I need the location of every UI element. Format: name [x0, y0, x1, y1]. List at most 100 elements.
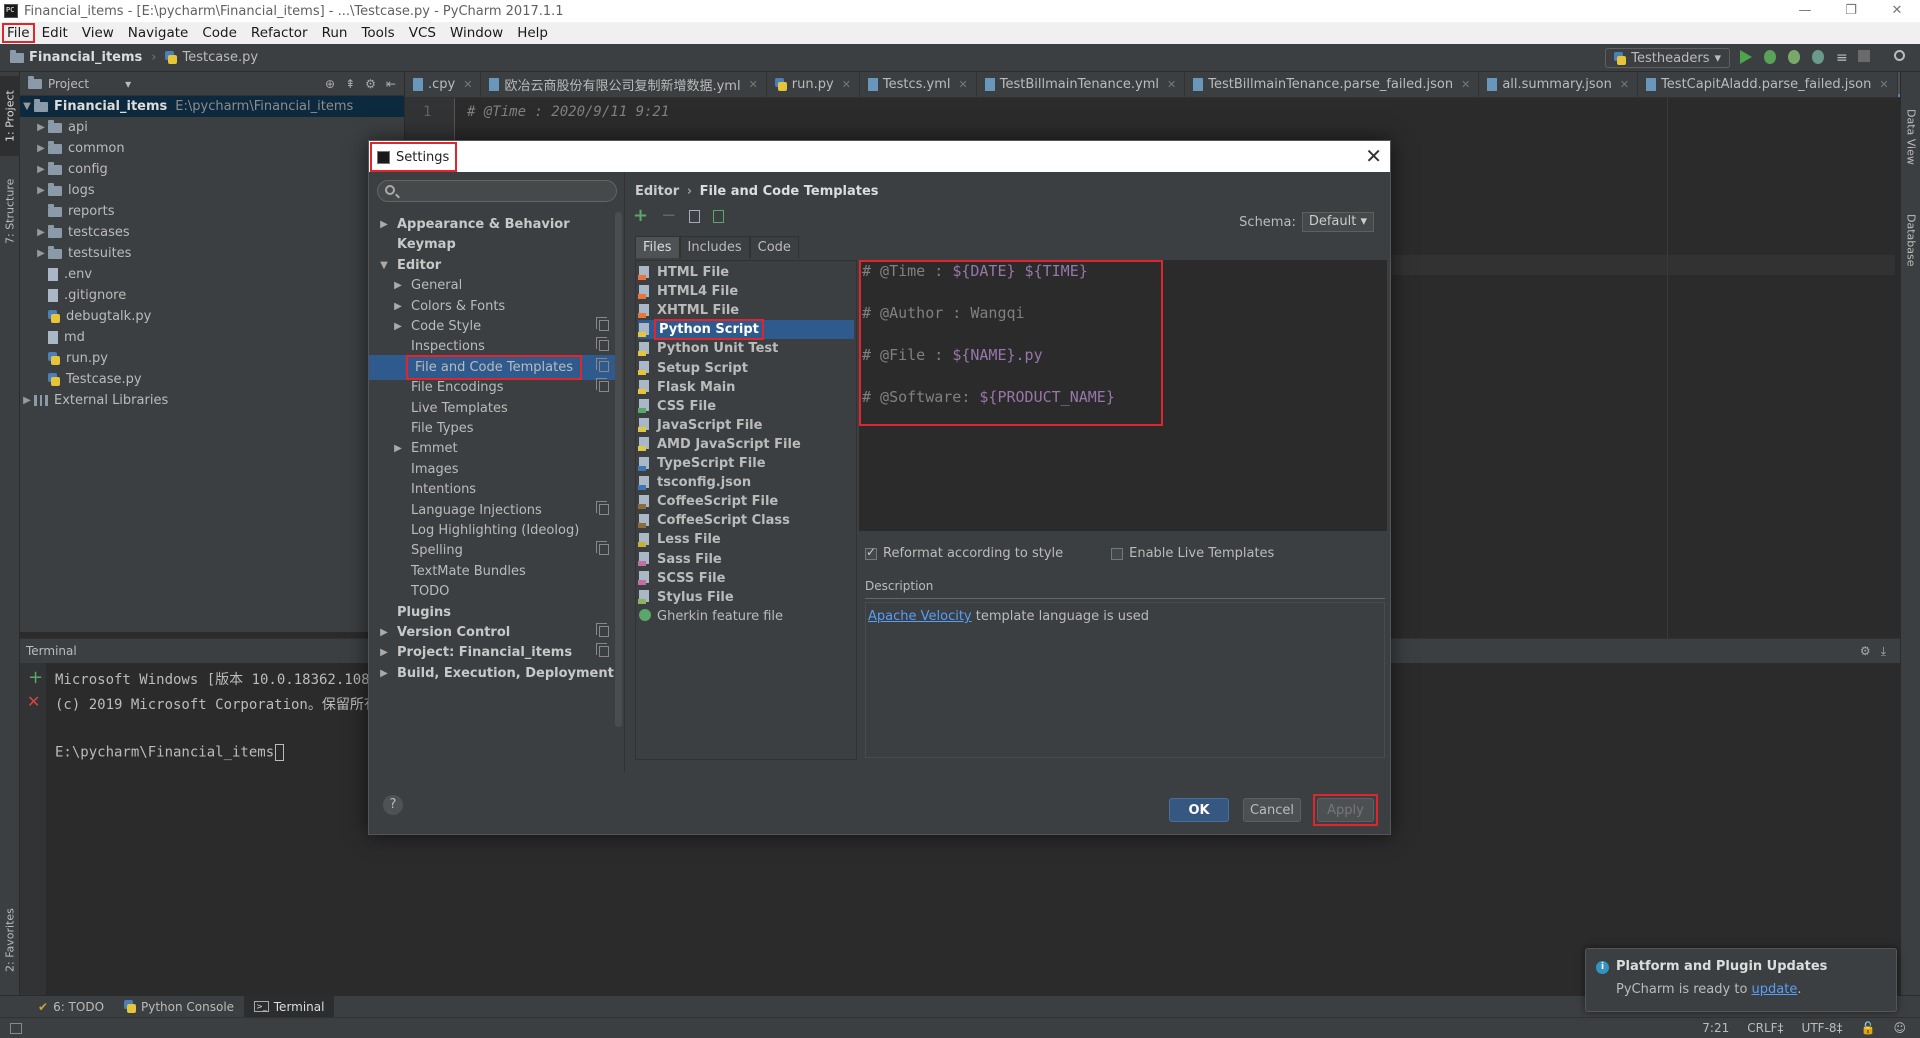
chevron-right-icon[interactable]: ▶	[377, 627, 391, 638]
editor-tab[interactable]: Testcs.yml ✕	[860, 72, 977, 97]
cancel-button[interactable]: Cancel	[1243, 798, 1301, 822]
menu-tools[interactable]: Tools	[354, 23, 401, 43]
template-line[interactable]: # @Author : Wangqi	[862, 304, 1025, 322]
tool-tab-todo[interactable]: ✔ 6: TODO	[28, 996, 114, 1018]
template-item[interactable]: Flask Main	[638, 378, 854, 397]
chevron-right-icon[interactable]: ▶	[34, 164, 48, 175]
tree-item[interactable]: .env	[20, 264, 404, 285]
chevron-right-icon[interactable]: ▶	[391, 321, 405, 332]
template-item[interactable]: SCSS File	[638, 569, 854, 588]
tree-item[interactable]: ▶ config	[20, 159, 404, 180]
settings-tree-scrollbar[interactable]	[615, 212, 622, 727]
stop-button[interactable]	[1858, 50, 1874, 66]
nav-project[interactable]: Financial_items	[29, 50, 142, 65]
template-item[interactable]: tsconfig.json	[638, 473, 854, 492]
close-icon[interactable]: ✕	[1365, 144, 1382, 168]
tree-item[interactable]: reports	[20, 201, 404, 222]
code-line[interactable]: # @Time : 2020/9/11 9:21	[467, 104, 669, 120]
template-line[interactable]: # @File : ${NAME}.py	[862, 346, 1043, 364]
menu-vcs[interactable]: VCS	[402, 23, 443, 43]
chevron-right-icon[interactable]: ▶	[377, 647, 391, 658]
template-item[interactable]: Stylus File	[638, 588, 854, 607]
template-item[interactable]: Python Script	[638, 319, 854, 341]
tree-item[interactable]: debugtalk.py	[20, 306, 404, 327]
template-item[interactable]: Setup Script	[638, 359, 854, 378]
close-window-button[interactable]: ✕	[1874, 0, 1920, 22]
chevron-right-icon[interactable]: ▶	[34, 122, 48, 133]
project-view-select[interactable]: Project	[48, 77, 89, 91]
reset-template-icon[interactable]	[713, 209, 725, 223]
add-template-icon[interactable]: +	[633, 207, 648, 225]
menu-file[interactable]: File	[2, 23, 35, 43]
new-session-icon[interactable]: +	[28, 669, 43, 687]
editor-tab[interactable]: all.summary.json ✕	[1479, 72, 1639, 97]
run-coverage-button[interactable]	[1788, 50, 1804, 66]
chevron-down-icon[interactable]: ▾	[125, 77, 131, 91]
tab-files[interactable]: Files	[635, 236, 680, 258]
terminal-prompt-line[interactable]: E:\pycharm\Financial_items	[55, 744, 285, 761]
maximize-button[interactable]: ❐	[1828, 0, 1874, 22]
template-line[interactable]: # @Time : ${DATE} ${TIME}	[862, 262, 1088, 280]
tree-item[interactable]: ▶ common	[20, 138, 404, 159]
editor-tab[interactable]: .cpy ✕	[405, 72, 482, 97]
hide-icon[interactable]: ⤓	[1881, 644, 1886, 659]
menu-view[interactable]: View	[75, 23, 121, 43]
locate-icon[interactable]: ⊕	[325, 77, 335, 91]
chevron-right-icon[interactable]: ▶	[391, 443, 405, 454]
template-item[interactable]: Gherkin feature file	[638, 607, 854, 626]
menu-refactor[interactable]: Refactor	[244, 23, 315, 43]
tree-item[interactable]: md	[20, 327, 404, 348]
chevron-right-icon[interactable]: ▶	[377, 668, 391, 679]
concurrency-button[interactable]: ≡	[1836, 50, 1852, 66]
collapse-icon[interactable]: ⇞	[345, 77, 355, 91]
inspector-icon[interactable]: ☺	[1893, 1021, 1906, 1035]
editor-tab[interactable]: TestCapitAladd.parse_failed.json ✕	[1638, 72, 1898, 97]
editor-tab[interactable]: 欧冶云商股份有限公司复制新增数据.yml ✕	[481, 72, 767, 97]
menu-help[interactable]: Help	[510, 23, 555, 43]
nav-file[interactable]: Testcase.py	[182, 50, 258, 65]
editor-tab[interactable]: TestBillmainTenance.parse_failed.json ✕	[1185, 72, 1480, 97]
editor-tab[interactable]: TestBillmainTenance.yml ✕	[977, 72, 1186, 97]
close-tab-icon[interactable]: ✕	[1461, 78, 1470, 91]
close-tab-icon[interactable]: ✕	[842, 78, 851, 91]
template-item[interactable]: XHTML File	[638, 301, 854, 320]
menu-window[interactable]: Window	[443, 23, 510, 43]
menu-code[interactable]: Code	[195, 23, 244, 43]
run-config-select[interactable]: Testheaders ▾	[1605, 48, 1730, 68]
tool-tab-terminal[interactable]: >_ Terminal	[244, 995, 335, 1018]
profile-button[interactable]	[1812, 50, 1828, 66]
menu-run[interactable]: Run	[315, 23, 355, 43]
update-link[interactable]: update	[1752, 982, 1798, 997]
hide-icon[interactable]: ⇤	[386, 77, 396, 91]
tree-root[interactable]: ▼ Financial_items E:\pycharm\Financial_i…	[20, 96, 404, 117]
menu-edit[interactable]: Edit	[35, 23, 75, 43]
schema-select[interactable]: Default ▾	[1301, 212, 1374, 232]
tree-item[interactable]: ▶ testcases	[20, 222, 404, 243]
template-item[interactable]: HTML4 File	[638, 282, 854, 301]
chevron-right-icon[interactable]: ▶	[34, 143, 48, 154]
menu-navigate[interactable]: Navigate	[121, 23, 196, 43]
editor-tab[interactable]: run.py ✕	[767, 72, 860, 97]
search-everywhere-button[interactable]	[1894, 50, 1910, 66]
gear-icon[interactable]: ⚙	[1860, 644, 1871, 659]
settings-nav-item[interactable]: ▶ Build, Execution, Deployment	[369, 661, 617, 686]
tool-tab-structure[interactable]: 7: Structure	[0, 166, 20, 256]
template-item[interactable]: CSS File	[638, 397, 854, 416]
template-item[interactable]: CoffeeScript Class	[638, 511, 854, 530]
chevron-right-icon[interactable]: ▶	[391, 301, 405, 312]
help-icon[interactable]: ?	[383, 795, 403, 815]
tool-tab-project[interactable]: 1: Project	[0, 76, 20, 156]
tab-includes[interactable]: Includes	[679, 236, 750, 258]
close-tab-icon[interactable]: ✕	[749, 78, 758, 91]
caret-position[interactable]: 7:21	[1702, 1021, 1729, 1035]
template-item[interactable]: AMD JavaScript File	[638, 435, 854, 454]
lock-icon[interactable]: 🔓	[1861, 1021, 1876, 1035]
close-tab-icon[interactable]: ✕	[1620, 78, 1629, 91]
template-item[interactable]: Sass File	[638, 550, 854, 569]
gear-icon[interactable]: ⚙	[365, 77, 376, 91]
tree-item[interactable]: ▶ api	[20, 117, 404, 138]
tool-tab-favorites[interactable]: 2: Favorites	[0, 900, 20, 980]
debug-button[interactable]	[1764, 50, 1780, 66]
template-editor[interactable]: # @Time : ${DATE} ${TIME} # @Author : Wan…	[859, 260, 1387, 531]
close-tab-icon[interactable]: ✕	[1167, 78, 1176, 91]
